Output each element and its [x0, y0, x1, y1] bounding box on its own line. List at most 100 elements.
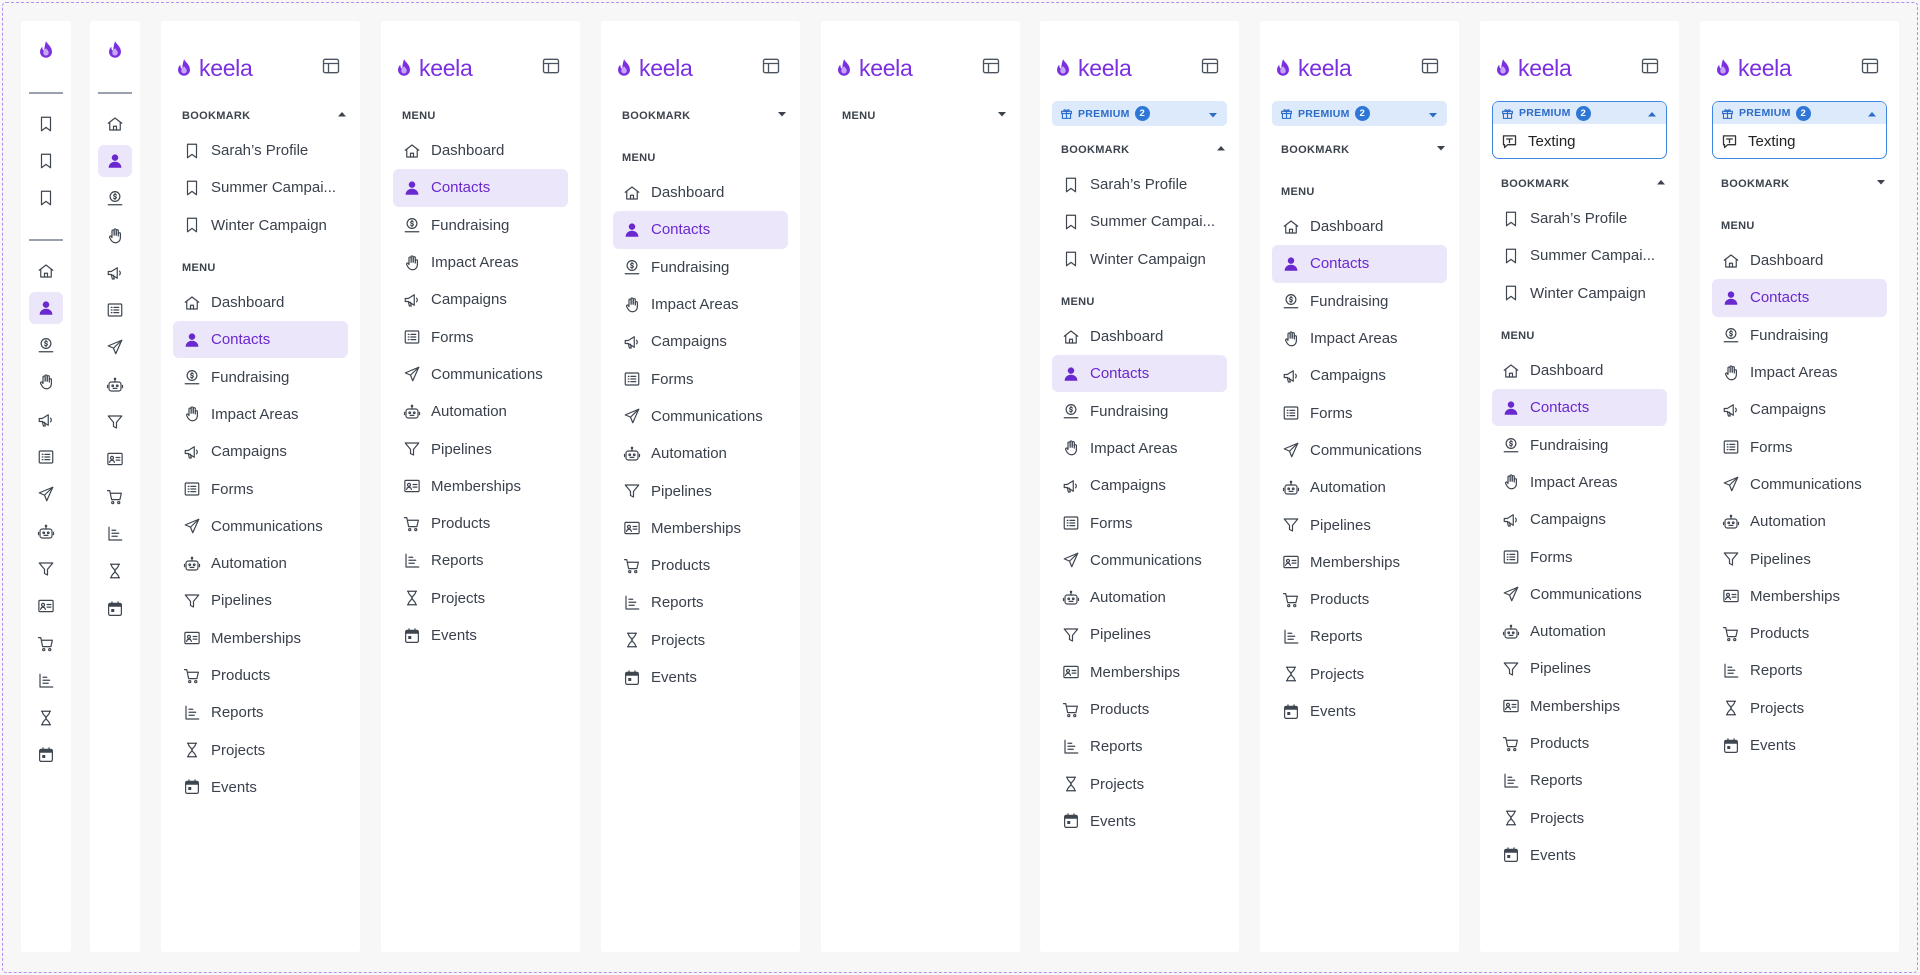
sidebar-item-dashboard[interactable]: Dashboard — [1712, 242, 1887, 279]
sidebar-item-forms[interactable]: Forms — [393, 318, 568, 355]
rail-bookmark-2[interactable] — [21, 142, 71, 179]
sidebar-toggle-icon[interactable] — [321, 56, 341, 81]
sidebar-item-forms[interactable]: Forms — [1052, 504, 1227, 541]
menu-section-header[interactable]: MENU — [842, 100, 1008, 132]
sidebar-item-dashboard[interactable]: Dashboard — [1272, 208, 1447, 245]
rail-item-forms[interactable] — [90, 291, 140, 328]
sidebar-item-events[interactable]: Events — [1712, 727, 1887, 764]
sidebar-toggle-icon[interactable] — [761, 56, 781, 81]
sidebar-item-memberships[interactable]: Memberships — [1272, 544, 1447, 581]
sidebar-item-reports[interactable]: Reports — [1272, 618, 1447, 655]
bookmark-section-header[interactable]: BOOKMARK — [622, 100, 788, 132]
rail-item-impact-areas[interactable] — [90, 217, 140, 254]
bookmark-item[interactable]: Summer Campai... — [1052, 203, 1227, 240]
keela-logo-icon[interactable] — [21, 36, 71, 64]
sidebar-item-forms[interactable]: Forms — [1712, 428, 1887, 465]
sidebar-item-products[interactable]: Products — [393, 505, 568, 542]
rail-item-automation[interactable] — [21, 513, 71, 550]
sidebar-toggle-icon[interactable] — [1420, 56, 1440, 81]
sidebar-item-impact-areas[interactable]: Impact Areas — [1272, 320, 1447, 357]
sidebar-item-dashboard[interactable]: Dashboard — [173, 284, 348, 321]
sidebar-item-communications[interactable]: Communications — [1492, 576, 1667, 613]
sidebar-item-memberships[interactable]: Memberships — [613, 510, 788, 547]
bookmark-item[interactable]: Summer Campai... — [1492, 237, 1667, 274]
sidebar-item-projects[interactable]: Projects — [393, 580, 568, 617]
sidebar-item-dashboard[interactable]: Dashboard — [393, 132, 568, 169]
rail-item-pipelines[interactable] — [21, 550, 71, 587]
bookmark-item[interactable]: Sarah’s Profile — [173, 132, 348, 169]
chevron-down-icon[interactable] — [1875, 175, 1887, 193]
sidebar-item-communications[interactable]: Communications — [1712, 466, 1887, 503]
sidebar-item-contacts[interactable]: Contacts — [1712, 279, 1887, 317]
sidebar-item-communications[interactable]: Communications — [1052, 542, 1227, 579]
sidebar-item-reports[interactable]: Reports — [1052, 728, 1227, 765]
sidebar-item-memberships[interactable]: Memberships — [1492, 688, 1667, 725]
sidebar-item-reports[interactable]: Reports — [173, 694, 348, 731]
keela-logo[interactable]: keela — [173, 55, 253, 82]
rail-item-products[interactable] — [21, 625, 71, 662]
sidebar-item-reports[interactable]: Reports — [613, 584, 788, 621]
premium-section[interactable]: PREMIUM 2 Texting — [1712, 101, 1887, 159]
chevron-up-icon[interactable] — [336, 107, 348, 125]
bookmark-item[interactable]: Sarah’s Profile — [1492, 200, 1667, 237]
keela-logo-icon[interactable] — [90, 36, 140, 64]
sidebar-item-pipelines[interactable]: Pipelines — [1272, 506, 1447, 543]
sidebar-item-automation[interactable]: Automation — [1052, 579, 1227, 616]
sidebar-item-fundraising[interactable]: Fundraising — [1272, 283, 1447, 320]
sidebar-item-products[interactable]: Products — [1492, 725, 1667, 762]
rail-item-memberships[interactable] — [21, 588, 71, 625]
bookmark-section-header[interactable]: BOOKMARK — [1281, 134, 1447, 166]
sidebar-item-memberships[interactable]: Memberships — [1052, 654, 1227, 691]
sidebar-item-contacts[interactable]: Contacts — [613, 211, 788, 249]
sidebar-item-products[interactable]: Products — [1272, 581, 1447, 618]
sidebar-item-campaigns[interactable]: Campaigns — [1712, 391, 1887, 428]
rail-item-pipelines[interactable] — [90, 403, 140, 440]
keela-logo[interactable]: keela — [1712, 55, 1792, 82]
sidebar-item-fundraising[interactable]: Fundraising — [613, 249, 788, 286]
sidebar-item-communications[interactable]: Communications — [1272, 432, 1447, 469]
premium-section[interactable]: PREMIUM 2 — [1272, 101, 1447, 126]
sidebar-item-campaigns[interactable]: Campaigns — [1272, 357, 1447, 394]
sidebar-item-dashboard[interactable]: Dashboard — [1492, 352, 1667, 389]
chevron-up-icon[interactable] — [1646, 107, 1658, 119]
sidebar-item-reports[interactable]: Reports — [1712, 652, 1887, 689]
chevron-up-icon[interactable] — [1866, 107, 1878, 119]
bookmark-item[interactable]: Winter Campaign — [1052, 241, 1227, 278]
rail-item-products[interactable] — [90, 478, 140, 515]
rail-item-automation[interactable] — [90, 366, 140, 403]
sidebar-item-campaigns[interactable]: Campaigns — [1492, 501, 1667, 538]
sidebar-item-pipelines[interactable]: Pipelines — [393, 430, 568, 467]
bookmark-item[interactable]: Sarah’s Profile — [1052, 166, 1227, 203]
sidebar-item-events[interactable]: Events — [1272, 693, 1447, 730]
rail-item-contacts[interactable] — [90, 142, 140, 179]
rail-bookmark-3[interactable] — [21, 180, 71, 217]
chevron-down-icon[interactable] — [1427, 108, 1439, 120]
sidebar-item-forms[interactable]: Forms — [613, 360, 788, 397]
chevron-down-icon[interactable] — [776, 107, 788, 125]
rail-item-fundraising[interactable] — [21, 326, 71, 363]
rail-item-events[interactable] — [90, 590, 140, 627]
rail-item-communications[interactable] — [90, 329, 140, 366]
sidebar-item-contacts[interactable]: Contacts — [1052, 355, 1227, 393]
rail-item-projects[interactable] — [90, 553, 140, 590]
keela-logo[interactable]: keela — [833, 55, 913, 82]
sidebar-item-forms[interactable]: Forms — [173, 470, 348, 507]
rail-item-events[interactable] — [21, 737, 71, 774]
sidebar-toggle-icon[interactable] — [1640, 56, 1660, 81]
sidebar-item-pipelines[interactable]: Pipelines — [613, 472, 788, 509]
sidebar-item-fundraising[interactable]: Fundraising — [393, 207, 568, 244]
sidebar-item-impact-areas[interactable]: Impact Areas — [613, 286, 788, 323]
sidebar-item-automation[interactable]: Automation — [1272, 469, 1447, 506]
sidebar-item-impact-areas[interactable]: Impact Areas — [393, 244, 568, 281]
keela-logo[interactable]: keela — [1272, 55, 1352, 82]
keela-logo[interactable]: keela — [1492, 55, 1572, 82]
sidebar-toggle-icon[interactable] — [1200, 56, 1220, 81]
sidebar-item-communications[interactable]: Communications — [393, 356, 568, 393]
sidebar-item-pipelines[interactable]: Pipelines — [1052, 616, 1227, 653]
sidebar-item-impact-areas[interactable]: Impact Areas — [1712, 354, 1887, 391]
sidebar-item-automation[interactable]: Automation — [393, 393, 568, 430]
bookmark-item[interactable]: Winter Campaign — [1492, 275, 1667, 312]
sidebar-item-impact-areas[interactable]: Impact Areas — [1052, 430, 1227, 467]
keela-logo[interactable]: keela — [393, 55, 473, 82]
sidebar-item-reports[interactable]: Reports — [393, 542, 568, 579]
